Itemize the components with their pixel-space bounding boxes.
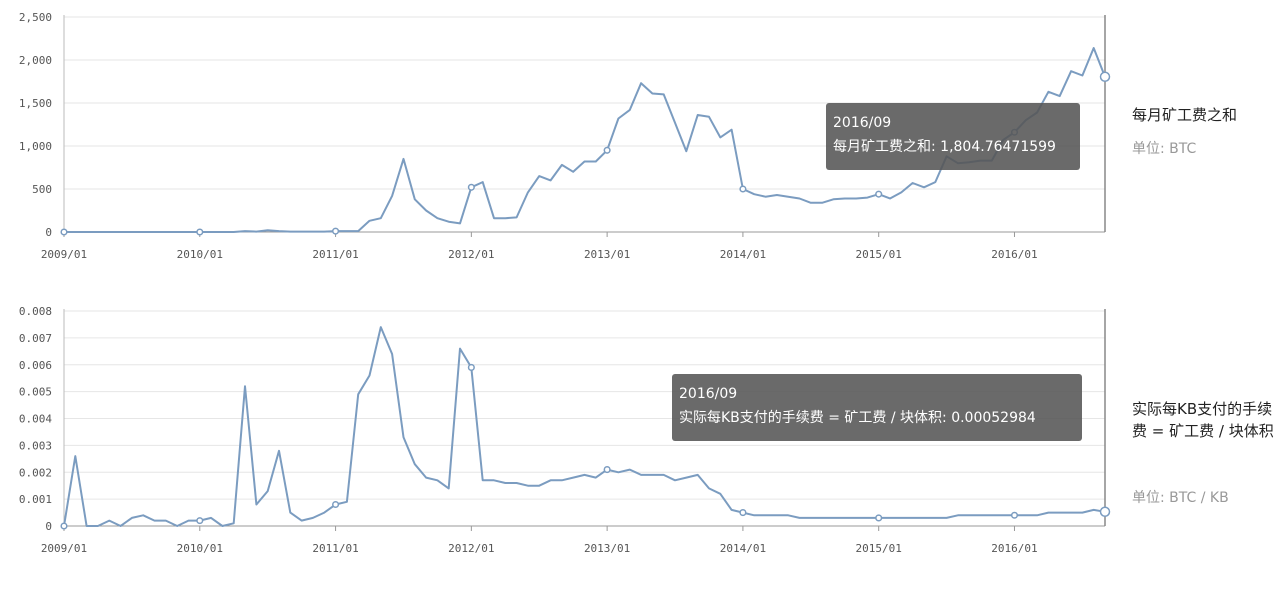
tooltip-box bbox=[672, 374, 1082, 441]
x-tick-label: 2009/01 bbox=[41, 248, 87, 261]
y-tick-label: 0.006 bbox=[19, 359, 52, 372]
data-point bbox=[332, 227, 340, 235]
chart2-side-title: 实际每KB支付的手续费 = 矿工费 / 块体积 bbox=[1132, 400, 1274, 440]
data-point bbox=[60, 522, 68, 530]
y-tick-label: 0.004 bbox=[19, 413, 52, 426]
y-tick-label: 0 bbox=[45, 520, 52, 533]
y-tick-label: 0 bbox=[45, 226, 52, 239]
chart-1: 0 500 1,000 1,500 2,000 2,500 2009/01 2010/01 20… bbox=[19, 11, 1111, 261]
data-point bbox=[196, 517, 204, 525]
tooltip-value: 实际每KB支付的手续费 = 矿工费 / 块体积: 0.00052984 bbox=[679, 409, 1036, 426]
x-tick-label: 2015/01 bbox=[856, 542, 902, 555]
x-tick-label: 2013/01 bbox=[584, 542, 630, 555]
tooltip-box bbox=[826, 103, 1080, 170]
data-point bbox=[467, 183, 475, 191]
y-tick-label: 1,000 bbox=[19, 140, 52, 153]
data-point bbox=[739, 185, 747, 193]
charts-canvas: 0 500 1,000 1,500 2,000 2,500 2009/01 2010/01 20… bbox=[19, 11, 1111, 555]
y-tick-label: 1,500 bbox=[19, 97, 52, 110]
tooltip-date: 2016/09 bbox=[679, 386, 737, 402]
x-tick-label: 2014/01 bbox=[720, 248, 766, 261]
chart1-side-unit: 单位: BTC bbox=[1132, 141, 1197, 157]
tooltip-date: 2016/09 bbox=[833, 115, 891, 131]
x-tick-label: 2016/01 bbox=[991, 248, 1037, 261]
x-tick-label: 2011/01 bbox=[312, 248, 358, 261]
y-tick-label: 2,000 bbox=[19, 54, 52, 67]
tooltip-value: 每月矿工费之和: 1,804.76471599 bbox=[833, 139, 1056, 155]
y-tick-label: 0.008 bbox=[19, 305, 52, 318]
data-point bbox=[603, 146, 611, 154]
data-point bbox=[875, 190, 883, 198]
x-tick-label: 2012/01 bbox=[448, 248, 494, 261]
y-tick-label: 2,500 bbox=[19, 11, 52, 24]
x-tick-label: 2010/01 bbox=[177, 542, 223, 555]
chart-2: 0 0.001 0.002 0.003 0.004 0.005 0.006 0.007 0.00… bbox=[19, 305, 1111, 555]
hover-point bbox=[1099, 71, 1111, 83]
x-tick-label: 2011/01 bbox=[312, 542, 358, 555]
chart1-side-title: 每月矿工费之和 bbox=[1132, 106, 1238, 124]
chart2-side-unit: 单位: BTC / KB bbox=[1132, 490, 1229, 506]
y-tick-label: 0.001 bbox=[19, 493, 52, 506]
x-tick-label: 2010/01 bbox=[177, 248, 223, 261]
data-point bbox=[1010, 511, 1019, 519]
y-tick-label: 500 bbox=[32, 183, 52, 196]
data-point bbox=[603, 466, 611, 474]
data-point bbox=[60, 228, 68, 236]
hover-point bbox=[1099, 506, 1111, 518]
x-tick-label: 2012/01 bbox=[448, 542, 494, 555]
data-point bbox=[739, 509, 747, 517]
x-tick-label: 2014/01 bbox=[720, 542, 766, 555]
x-tick-label: 2009/01 bbox=[41, 542, 87, 555]
x-tick-label: 2013/01 bbox=[584, 248, 630, 261]
data-point bbox=[332, 500, 340, 509]
x-tick-label: 2015/01 bbox=[856, 248, 902, 261]
y-tick-label: 0.003 bbox=[19, 439, 52, 452]
data-point bbox=[875, 514, 883, 522]
y-tick-label: 0.005 bbox=[19, 386, 52, 399]
y-tick-label: 0.002 bbox=[19, 466, 52, 479]
y-tick-label: 0.007 bbox=[19, 332, 52, 345]
data-point bbox=[467, 363, 475, 371]
x-tick-label: 2016/01 bbox=[991, 542, 1037, 555]
data-point bbox=[196, 228, 204, 236]
